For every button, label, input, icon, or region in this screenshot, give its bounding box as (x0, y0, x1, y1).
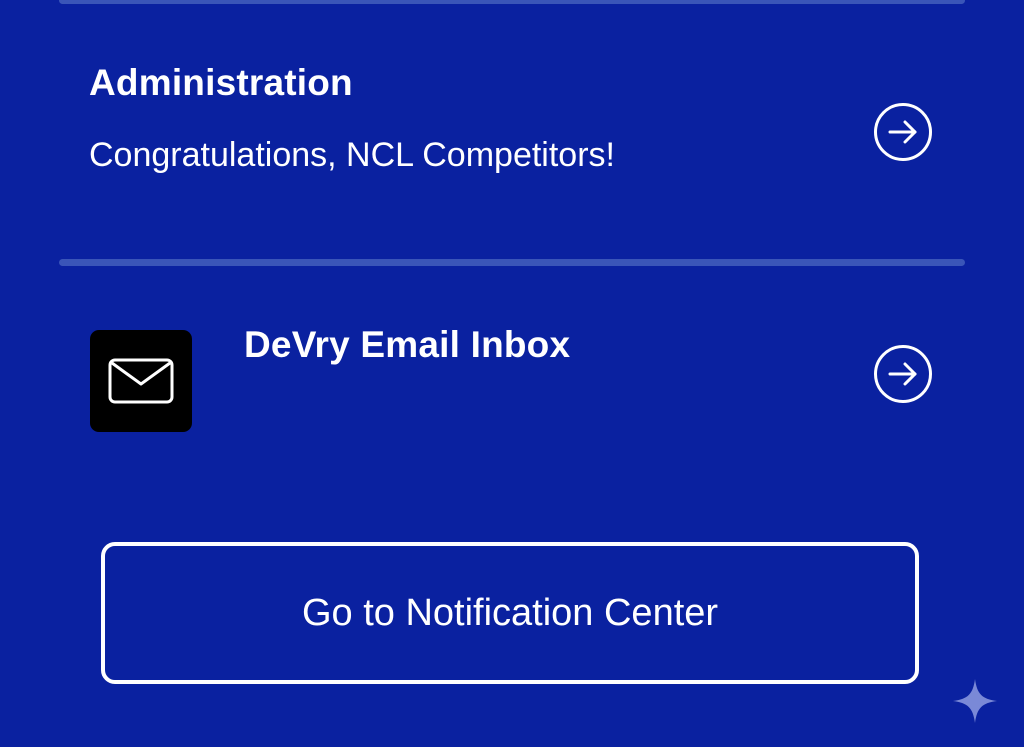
envelope-icon (90, 330, 192, 432)
notifications-panel: Administration Congratulations, NCL Comp… (0, 0, 1024, 747)
divider (59, 259, 965, 266)
notification-title: Administration (89, 62, 353, 103)
arrow-right-circle-icon[interactable] (873, 102, 933, 162)
notification-body: Congratulations, NCL Competitors! (89, 136, 615, 174)
notification-item-email-inbox[interactable]: DeVry Email Inbox (0, 300, 1024, 470)
sparkle-icon (952, 678, 998, 724)
notification-item-administration[interactable]: Administration Congratulations, NCL Comp… (0, 40, 1024, 240)
notification-title: DeVry Email Inbox (244, 324, 571, 365)
notification-center-button[interactable]: Go to Notification Center (101, 542, 919, 684)
arrow-right-circle-icon[interactable] (873, 344, 933, 404)
divider (59, 0, 965, 4)
